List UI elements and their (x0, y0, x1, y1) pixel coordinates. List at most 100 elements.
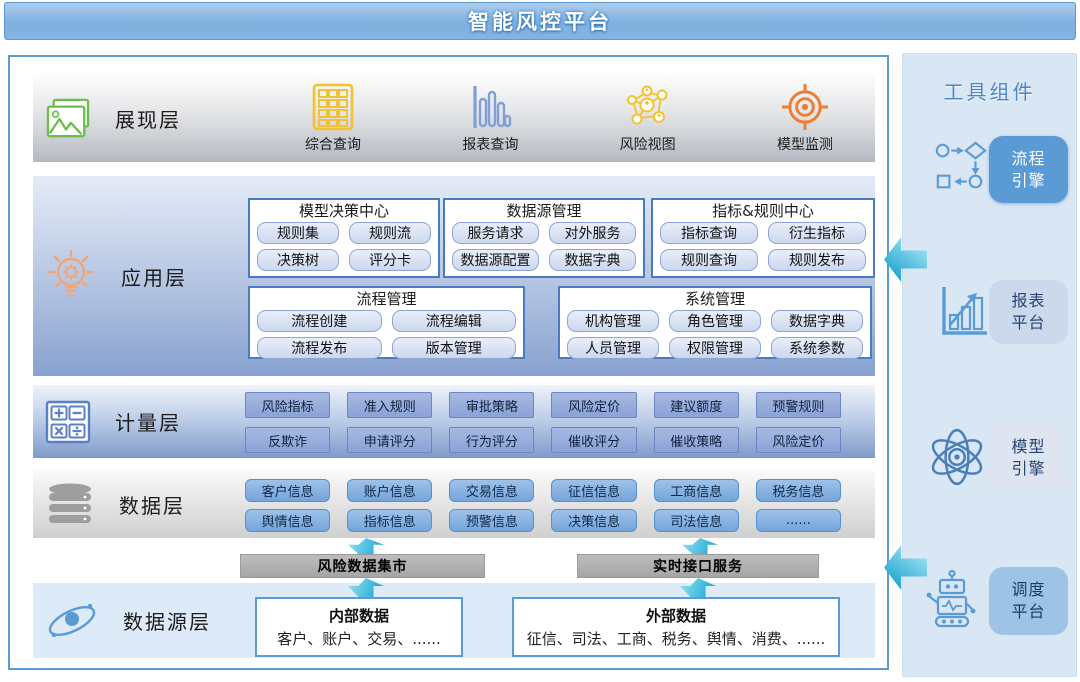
app-module-button[interactable]: 数据字典 (771, 310, 863, 332)
pictures-icon (45, 98, 91, 140)
bar-chart-icon (468, 83, 512, 131)
data-layer-label: 数据层 (41, 470, 185, 538)
app-module-button[interactable]: 流程创建 (257, 310, 382, 332)
group-title: 模型决策中心 (250, 201, 438, 221)
presentation-item-label: 风险视图 (620, 134, 676, 154)
group-title: 系统管理 (560, 289, 870, 309)
data-chip[interactable]: 征信信息 (551, 479, 636, 502)
app-module-button[interactable]: 系统参数 (771, 337, 863, 359)
main-panel: 展现层 综合 (8, 55, 889, 670)
data-chip[interactable]: 舆情信息 (245, 509, 330, 532)
data-chip[interactable]: 司法信息 (654, 509, 739, 532)
measurement-layer-label: 计量层 (41, 385, 181, 458)
app-module-button[interactable]: 规则查询 (660, 249, 758, 271)
data-chip[interactable]: 预警信息 (449, 509, 534, 532)
measurement-chip[interactable]: 申请评分 (347, 427, 432, 453)
presentation-item-risk-view[interactable]: 风险视图 (588, 83, 708, 155)
app-module-button[interactable]: 规则流 (349, 222, 431, 244)
measurement-chip[interactable]: 准入规则 (347, 392, 432, 418)
presentation-item-model-monitor[interactable]: 模型监测 (745, 83, 865, 155)
app-module-button[interactable]: 对外服务 (549, 222, 636, 244)
presentation-item-label: 模型监测 (777, 134, 833, 154)
bulb-gear-icon (45, 248, 97, 304)
tools-sidebar: 工具组件 流程引擎 (902, 53, 1077, 677)
app-module-button[interactable]: 版本管理 (392, 337, 517, 359)
presentation-item-report[interactable]: 报表查询 (430, 83, 550, 155)
risk-network-icon (624, 83, 672, 131)
data-chip[interactable]: 交易信息 (449, 479, 534, 502)
app-module-button[interactable]: 评分卡 (349, 249, 431, 271)
presentation-item-query[interactable]: 综合查询 (273, 83, 393, 155)
presentation-layer-label: 展现层 (41, 75, 181, 162)
up-arrow (348, 538, 384, 554)
flowchart-icon (933, 139, 989, 195)
presentation-item-label: 综合查询 (305, 134, 361, 154)
internal-data-title: 内部数据 (329, 605, 389, 626)
app-module-button[interactable]: 机构管理 (567, 310, 659, 332)
tool-button-report-platform[interactable]: 报表平台 (989, 280, 1068, 344)
measurement-chip[interactable]: 风险指标 (245, 392, 330, 418)
galaxy-icon (45, 597, 99, 645)
datasource-layer-label: 数据源层 (41, 583, 211, 658)
measurement-chip[interactable]: 行为评分 (449, 427, 534, 453)
measurement-chip[interactable]: 催收策略 (654, 427, 739, 453)
tools-sidebar-title: 工具组件 (903, 76, 1076, 105)
app-module-button[interactable]: 数据字典 (549, 249, 636, 271)
presentation-items: 综合查询 报表查询 (273, 83, 865, 155)
data-chip[interactable]: 工商信息 (654, 479, 739, 502)
realtime-interface-bar: 实时接口服务 (577, 554, 819, 578)
grid-icon (311, 83, 355, 131)
measurement-chip[interactable]: 审批策略 (449, 392, 534, 418)
application-layer-band: 应用层 模型决策中心 规则集 规则流 决策树 评分卡 数据源管理 服务请求 对外… (33, 176, 875, 376)
data-chip[interactable]: 税务信息 (756, 479, 841, 502)
measurement-items: 风险指标 准入规则 审批策略 风险定价 建议额度 预警规则 反欺诈 申请评分 行… (245, 392, 841, 453)
data-chip[interactable]: 指标信息 (347, 509, 432, 532)
app-module-button[interactable]: 人员管理 (567, 337, 659, 359)
app-module-button[interactable]: 指标查询 (660, 222, 758, 244)
data-chip[interactable]: 客户信息 (245, 479, 330, 502)
group-title: 指标&规则中心 (653, 201, 873, 221)
risk-data-mart-bar: 风险数据集市 (240, 554, 485, 578)
robot-icon (923, 568, 981, 632)
measurement-chip[interactable]: 预警规则 (756, 392, 841, 418)
tool-button-scheduler-platform[interactable]: 调度平台 (989, 567, 1068, 635)
measurement-chip[interactable]: 风险定价 (551, 392, 636, 418)
app-module-button[interactable]: 数据源配置 (452, 249, 539, 271)
measurement-chip[interactable]: 风险定价 (756, 427, 841, 453)
measurement-layer-band: 计量层 风险指标 准入规则 审批策略 风险定价 建议额度 预警规则 反欺诈 申请… (33, 385, 875, 458)
app-module-button[interactable]: 流程发布 (257, 337, 382, 359)
group-process-management: 流程管理 流程创建 流程编辑 流程发布 版本管理 (248, 286, 525, 359)
app-module-button[interactable]: 衍生指标 (768, 222, 866, 244)
target-icon (781, 83, 829, 131)
external-data-detail: 征信、司法、工商、税务、舆情、消费、...... (527, 628, 826, 649)
group-title: 数据源管理 (445, 201, 643, 221)
tool-button-model-engine[interactable]: 模型引擎 (989, 426, 1068, 490)
platform-architecture-diagram: 智能风控平台 展现层 (0, 0, 1080, 682)
data-chip[interactable]: ...... (756, 509, 841, 532)
app-module-button[interactable]: 流程编辑 (392, 310, 517, 332)
data-chip[interactable]: 账户信息 (347, 479, 432, 502)
app-module-button[interactable]: 权限管理 (669, 337, 761, 359)
group-title: 流程管理 (250, 289, 523, 309)
group-system-management: 系统管理 机构管理 角色管理 数据字典 人员管理 权限管理 系统参数 (558, 286, 872, 359)
app-module-button[interactable]: 服务请求 (452, 222, 539, 244)
app-module-button[interactable]: 规则集 (257, 222, 339, 244)
data-chip[interactable]: 决策信息 (551, 509, 636, 532)
app-module-button[interactable]: 角色管理 (669, 310, 761, 332)
database-icon (45, 481, 95, 527)
banner-title: 智能风控平台 (4, 2, 1076, 40)
group-datasource-management: 数据源管理 服务请求 对外服务 数据源配置 数据字典 (443, 198, 645, 278)
app-module-button[interactable]: 规则发布 (768, 249, 866, 271)
presentation-layer-band: 展现层 综合 (33, 75, 875, 162)
tool-button-process-engine[interactable]: 流程引擎 (989, 136, 1068, 203)
external-data-title: 外部数据 (646, 605, 706, 626)
presentation-item-label: 报表查询 (462, 134, 518, 154)
data-layer-band: 数据层 客户信息 账户信息 交易信息 征信信息 工商信息 税务信息 舆情信息 指… (33, 470, 875, 538)
measurement-chip[interactable]: 反欺诈 (245, 427, 330, 453)
measurement-chip[interactable]: 催收评分 (551, 427, 636, 453)
app-module-button[interactable]: 决策树 (257, 249, 339, 271)
measurement-chip[interactable]: 建议额度 (654, 392, 739, 418)
calculator-icon (45, 400, 91, 444)
group-model-decision-center: 模型决策中心 规则集 规则流 决策树 评分卡 (248, 198, 440, 278)
report-chart-icon (935, 282, 991, 342)
